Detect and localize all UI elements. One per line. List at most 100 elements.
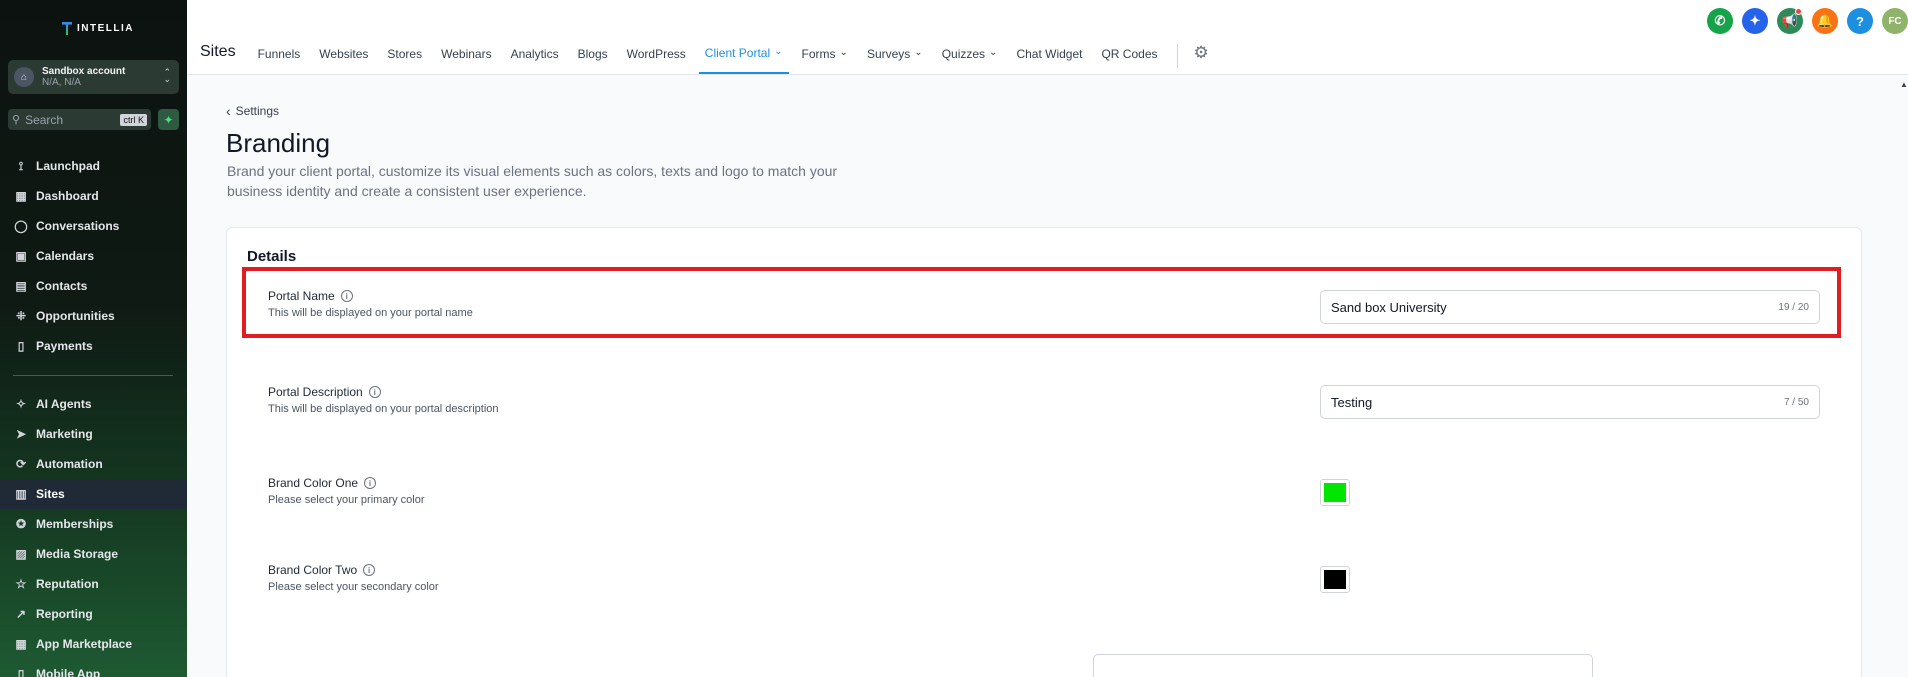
tab-client-portal[interactable]: Client Portal ⌄: [698, 40, 789, 74]
tab-stores[interactable]: Stores: [387, 40, 422, 74]
sidebar-item-label: Payments: [36, 339, 93, 353]
calendar-icon: ▣: [15, 249, 27, 263]
chat-icon: ◯: [14, 219, 28, 233]
info-icon[interactable]: i: [363, 564, 376, 576]
brand-color-one-swatch: [1324, 483, 1346, 502]
tab-quizzes[interactable]: Quizzes ⌄: [942, 40, 998, 74]
sidebar-item-label: Automation: [36, 457, 103, 471]
sidebar-nav-secondary: ✧ AI Agents ➤ Marketing ⟳ Automation ▥ Sites ✪ Me…: [0, 389, 187, 677]
section-title: Sites: [200, 43, 236, 60]
star-icon: ☆: [15, 577, 27, 591]
tab-surveys[interactable]: Surveys ⌄: [867, 40, 923, 74]
sidebar-item-dashboard[interactable]: ▦ Dashboard: [0, 181, 187, 211]
sidebar-item-launchpad[interactable]: ⟟ Launchpad: [0, 151, 187, 181]
sidebar-item-label: AI Agents: [36, 397, 92, 411]
back-to-settings-link[interactable]: ‹ Settings: [226, 103, 279, 119]
sidebar-item-reputation[interactable]: ☆ Reputation: [0, 569, 187, 599]
search-shortcut: ctrl K: [120, 113, 147, 126]
top-header: ✆ ✦ 📢 🔔? FC Sites Funnels Websites Stores Webin…: [187, 0, 1908, 75]
brand-color-two-picker[interactable]: [1320, 566, 1350, 593]
sidebar-item-app-marketplace[interactable]: ▦ App Marketplace: [0, 629, 187, 659]
tab-label: Funnels: [257, 47, 301, 61]
tab-wordpress[interactable]: WordPress: [627, 40, 686, 74]
notification-dot: [1795, 8, 1802, 15]
help-icon[interactable]: ?: [1847, 8, 1873, 34]
sidebar: INTELLIA ⌂ Sandbox account N/A, N/A ⌃ ⌄ ⚲…: [0, 0, 187, 677]
search-input[interactable]: ⚲ Search ctrl K: [8, 109, 151, 130]
brand-color-one-help: Please select your primary color: [268, 494, 425, 506]
sidebar-item-label: Launchpad: [36, 159, 101, 173]
tab-label: Stores: [387, 47, 423, 61]
sidebar-item-label: Reputation: [36, 577, 99, 591]
next-field-input[interactable]: [1093, 654, 1593, 677]
search-icon: ⚲: [12, 114, 21, 126]
tab-label: Webinars: [441, 47, 492, 61]
brand-color-one-label: Brand Color One i: [268, 476, 377, 490]
brand-logo[interactable]: INTELLIA: [62, 22, 134, 35]
sidebar-item-opportunities[interactable]: ⁜ Opportunities: [0, 301, 187, 331]
page-description: Brand your client portal, customize its …: [227, 163, 838, 199]
sidebar-item-label: Contacts: [36, 279, 88, 293]
tabs-divider: [1176, 44, 1178, 68]
sidebar-item-mobile-app[interactable]: ▯ Mobile App: [0, 659, 187, 677]
tab-analytics[interactable]: Analytics: [511, 40, 559, 74]
sidebar-item-media-storage[interactable]: ▨ Media Storage: [0, 539, 187, 569]
sidebar-item-contacts[interactable]: ▤ Contacts: [0, 271, 187, 301]
scrollbar[interactable]: ▲: [1900, 80, 1908, 89]
tab-funnels[interactable]: Funnels: [258, 40, 301, 74]
badge-icon: ✪: [15, 517, 27, 531]
page-title: Branding: [226, 128, 331, 158]
account-switcher[interactable]: ⌂ Sandbox account N/A, N/A ⌃ ⌄: [8, 60, 179, 94]
chevron-down-icon: ⌄: [914, 47, 923, 58]
sidebar-item-conversations[interactable]: ◯ Conversations: [0, 211, 187, 241]
sparkle-icon: ✦: [163, 112, 174, 127]
sidebar-item-payments[interactable]: ▯ Payments: [0, 331, 187, 361]
sidebar-item-label: Mobile App: [36, 667, 101, 677]
sidebar-item-reporting[interactable]: ↗ Reporting: [0, 599, 187, 629]
portal-description-input[interactable]: Testing 7 / 50: [1320, 385, 1820, 419]
sidebar-item-label: Calendars: [36, 249, 95, 263]
rocket-icon: ⟟: [18, 158, 24, 173]
sidebar-item-calendars[interactable]: ▣ Calendars: [0, 241, 187, 271]
automation-icon: ⟳: [15, 457, 27, 471]
bell-icon[interactable]: 🔔: [1812, 8, 1838, 34]
magic-icon[interactable]: ✦: [1742, 8, 1768, 34]
tab-blogs[interactable]: Blogs: [578, 40, 608, 74]
tab-label: Analytics: [510, 47, 559, 61]
sidebar-item-label: Media Storage: [36, 547, 119, 561]
pipeline-icon: ⁜: [15, 309, 27, 323]
user-avatar[interactable]: FC: [1882, 8, 1908, 34]
sidebar-item-label: Reporting: [36, 607, 93, 621]
chart-icon: ↗: [15, 607, 27, 621]
gear-icon[interactable]: ⚙: [1194, 43, 1209, 63]
brand-color-one-picker[interactable]: [1320, 479, 1350, 506]
sites-icon: ▥: [15, 487, 27, 501]
tab-websites[interactable]: Websites: [319, 40, 368, 74]
phone-icon[interactable]: ✆: [1707, 8, 1733, 34]
info-icon[interactable]: i: [368, 386, 381, 398]
info-icon[interactable]: i: [364, 477, 377, 489]
sidebar-item-sites[interactable]: ▥ Sites: [0, 479, 187, 509]
back-label: Settings: [235, 104, 280, 118]
tab-qr-codes[interactable]: QR Codes: [1101, 40, 1157, 74]
sidebar-item-memberships[interactable]: ✪ Memberships: [0, 509, 187, 539]
brand-color-two-swatch: [1324, 570, 1346, 589]
apps-icon: ▦: [15, 637, 27, 651]
tab-webinars[interactable]: Webinars: [441, 40, 491, 74]
brand-color-two-help: Please select your secondary color: [268, 581, 439, 593]
tab-label: WordPress: [626, 47, 686, 61]
brand-color-one-label-text: Brand Color One: [268, 476, 359, 490]
contacts-icon: ▤: [15, 279, 27, 293]
sidebar-item-automation[interactable]: ⟳ Automation: [0, 449, 187, 479]
tab-forms[interactable]: Forms ⌄: [802, 40, 848, 74]
sidebar-item-label: Conversations: [36, 219, 120, 233]
megaphone-icon[interactable]: 📢: [1777, 8, 1803, 34]
portal-name-highlight-box: [242, 267, 1841, 338]
phone-icon: ▯: [17, 667, 25, 677]
ai-assist-button[interactable]: ✦: [158, 109, 179, 130]
chevron-updown-icon: ⌃ ⌄: [163, 67, 171, 84]
tab-chat-widget[interactable]: Chat Widget: [1016, 40, 1082, 74]
sidebar-item-marketing[interactable]: ➤ Marketing: [0, 419, 187, 449]
chevron-down-icon: ⌄: [989, 47, 998, 58]
sidebar-item-ai-agents[interactable]: ✧ AI Agents: [0, 389, 187, 419]
